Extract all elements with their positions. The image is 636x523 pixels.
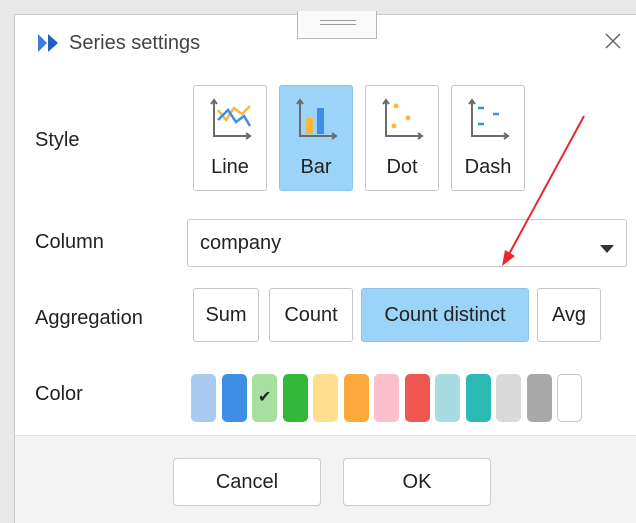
- column-select[interactable]: company: [187, 219, 627, 267]
- chevron-down-icon: [600, 240, 614, 258]
- style-option-dot[interactable]: Dot: [365, 85, 439, 191]
- color-swatch[interactable]: [191, 374, 216, 422]
- color-swatch[interactable]: ✔: [252, 374, 277, 422]
- style-option-label: Bar: [300, 156, 332, 178]
- dash-chart-icon: [466, 96, 512, 142]
- series-settings-dialog: Series settings Style Line Bar Dot Dash …: [14, 11, 636, 523]
- column-label: Column: [35, 231, 104, 253]
- color-swatch[interactable]: [526, 374, 552, 422]
- style-option-label: Dot: [386, 156, 418, 178]
- color-swatch[interactable]: [343, 374, 369, 422]
- style-option-dash[interactable]: Dash: [451, 85, 525, 191]
- aggregation-option-avg[interactable]: Avg: [537, 288, 601, 342]
- close-button[interactable]: [597, 27, 629, 59]
- color-swatch[interactable]: [374, 374, 399, 422]
- cancel-button[interactable]: Cancel: [173, 458, 321, 506]
- style-option-bar[interactable]: Bar: [279, 85, 353, 191]
- color-swatch[interactable]: [557, 374, 582, 422]
- style-option-line[interactable]: Line: [193, 85, 267, 191]
- dialog-title: Series settings: [69, 32, 201, 54]
- aggregation-label: Aggregation: [35, 307, 143, 329]
- color-label: Color: [35, 383, 83, 405]
- line-chart-icon: [208, 96, 254, 142]
- color-swatch[interactable]: [465, 374, 491, 422]
- aggregation-option-count-distinct[interactable]: Count distinct: [361, 288, 529, 342]
- style-label: Style: [35, 129, 80, 151]
- color-swatch[interactable]: [496, 374, 521, 422]
- app-logo-icon: [37, 33, 61, 58]
- title-bar: Series settings: [15, 15, 636, 71]
- color-swatch[interactable]: [313, 374, 338, 422]
- aggregation-option-count[interactable]: Count: [269, 288, 353, 342]
- dialog-footer: Cancel OK: [15, 435, 636, 523]
- screen: Series settings Style Line Bar Dot Dash …: [0, 0, 636, 523]
- style-option-label: Dash: [464, 156, 512, 178]
- color-swatch[interactable]: [282, 374, 308, 422]
- close-icon: [604, 32, 622, 55]
- color-swatch[interactable]: [435, 374, 460, 422]
- column-select-value: company: [200, 232, 282, 254]
- color-swatch[interactable]: [221, 374, 247, 422]
- dot-chart-icon: [380, 96, 426, 142]
- bar-chart-icon: [294, 96, 340, 142]
- ok-button[interactable]: OK: [343, 458, 491, 506]
- checkmark-icon: ✔: [258, 389, 272, 406]
- color-swatch[interactable]: [404, 374, 430, 422]
- aggregation-option-sum[interactable]: Sum: [193, 288, 259, 342]
- style-option-label: Line: [211, 156, 249, 178]
